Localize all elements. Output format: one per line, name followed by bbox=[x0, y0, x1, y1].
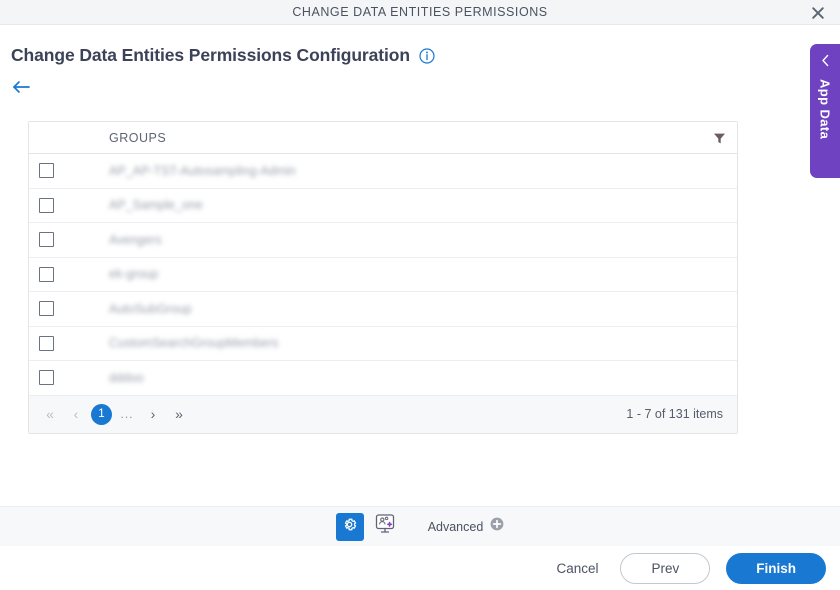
grid-header-groups[interactable]: GROUPS bbox=[109, 131, 737, 145]
info-icon[interactable] bbox=[419, 47, 435, 64]
page-title-row: Change Data Entities Permissions Configu… bbox=[0, 25, 840, 66]
pagination: « ‹ 1 ... › » 1 - 7 of 131 items bbox=[29, 395, 737, 433]
row-checkbox[interactable] bbox=[39, 197, 54, 213]
pagination-buttons: « ‹ 1 ... › » bbox=[39, 403, 190, 425]
row-checkbox-cell bbox=[29, 370, 109, 386]
pagination-info: 1 - 7 of 131 items bbox=[626, 407, 723, 421]
group-name: AP_Sample_one bbox=[109, 198, 203, 213]
plus-circle-icon[interactable] bbox=[490, 517, 504, 536]
row-checkbox[interactable] bbox=[39, 163, 54, 179]
table-row[interactable]: ek-group bbox=[29, 258, 737, 292]
settings-button[interactable] bbox=[335, 512, 364, 541]
pagination-ellipsis: ... bbox=[120, 407, 134, 421]
row-checkbox-cell bbox=[29, 301, 109, 317]
pagination-page-1[interactable]: 1 bbox=[91, 403, 112, 425]
window-title: CHANGE DATA ENTITIES PERMISSIONS bbox=[292, 5, 548, 19]
group-name: CustomSearchGroupMembers bbox=[109, 336, 279, 351]
table-row[interactable]: Avengers bbox=[29, 223, 737, 258]
row-checkbox[interactable] bbox=[39, 232, 54, 248]
finish-button[interactable]: Finish bbox=[726, 552, 826, 584]
filter-icon[interactable] bbox=[711, 130, 727, 146]
cancel-button[interactable]: Cancel bbox=[550, 557, 604, 580]
add-screen-button[interactable] bbox=[372, 514, 398, 540]
back-arrow-icon bbox=[11, 79, 31, 100]
table-row[interactable]: CustomSearchGroupMembers bbox=[29, 327, 737, 361]
row-checkbox-cell bbox=[29, 232, 109, 248]
row-checkbox[interactable] bbox=[39, 266, 54, 282]
page-title: Change Data Entities Permissions Configu… bbox=[11, 45, 410, 65]
group-name: AP_AP-TST-Autosampling-Admin bbox=[109, 163, 296, 178]
advanced-button[interactable]: Advanced bbox=[428, 517, 505, 536]
app-data-tab-label: App Data bbox=[817, 79, 833, 140]
groups-grid: GROUPS AP_AP-TST-Autosampling-Admin AP_S… bbox=[28, 121, 738, 434]
footer-actions: Cancel Prev Finish bbox=[0, 546, 840, 590]
pagination-last[interactable]: » bbox=[168, 403, 190, 425]
table-row[interactable]: AutoSubGroup bbox=[29, 292, 737, 327]
app-data-tab[interactable]: App Data bbox=[810, 44, 840, 178]
row-checkbox-cell bbox=[29, 266, 109, 282]
bottom-toolbar: Advanced bbox=[0, 506, 840, 546]
window-title-bar: CHANGE DATA ENTITIES PERMISSIONS bbox=[0, 0, 840, 25]
row-checkbox-cell bbox=[29, 197, 109, 213]
pagination-prev[interactable]: ‹ bbox=[65, 403, 87, 425]
pagination-first[interactable]: « bbox=[39, 403, 61, 425]
page-header: Change Data Entities Permissions Configu… bbox=[0, 25, 840, 100]
grid-header-row: GROUPS bbox=[29, 122, 737, 154]
gear-icon bbox=[341, 516, 358, 538]
back-button[interactable] bbox=[11, 79, 31, 99]
pagination-next[interactable]: › bbox=[142, 403, 164, 425]
row-checkbox[interactable] bbox=[39, 335, 54, 351]
add-screen-icon bbox=[373, 512, 397, 541]
row-checkbox[interactable] bbox=[39, 301, 54, 317]
group-name: AutoSubGroup bbox=[109, 301, 192, 316]
prev-button[interactable]: Prev bbox=[620, 552, 711, 584]
group-name: dddoo bbox=[109, 370, 144, 385]
row-checkbox[interactable] bbox=[39, 370, 54, 386]
chevron-left-icon bbox=[821, 54, 830, 69]
row-checkbox-cell bbox=[29, 163, 109, 179]
row-checkbox-cell bbox=[29, 335, 109, 351]
close-button[interactable] bbox=[804, 0, 832, 25]
table-row[interactable]: AP_Sample_one bbox=[29, 189, 737, 223]
close-icon bbox=[811, 6, 825, 20]
table-row[interactable]: dddoo bbox=[29, 361, 737, 396]
group-name: ek-group bbox=[109, 267, 159, 282]
table-row[interactable]: AP_AP-TST-Autosampling-Admin bbox=[29, 154, 737, 189]
advanced-label: Advanced bbox=[427, 519, 484, 534]
group-name: Avengers bbox=[109, 232, 162, 247]
